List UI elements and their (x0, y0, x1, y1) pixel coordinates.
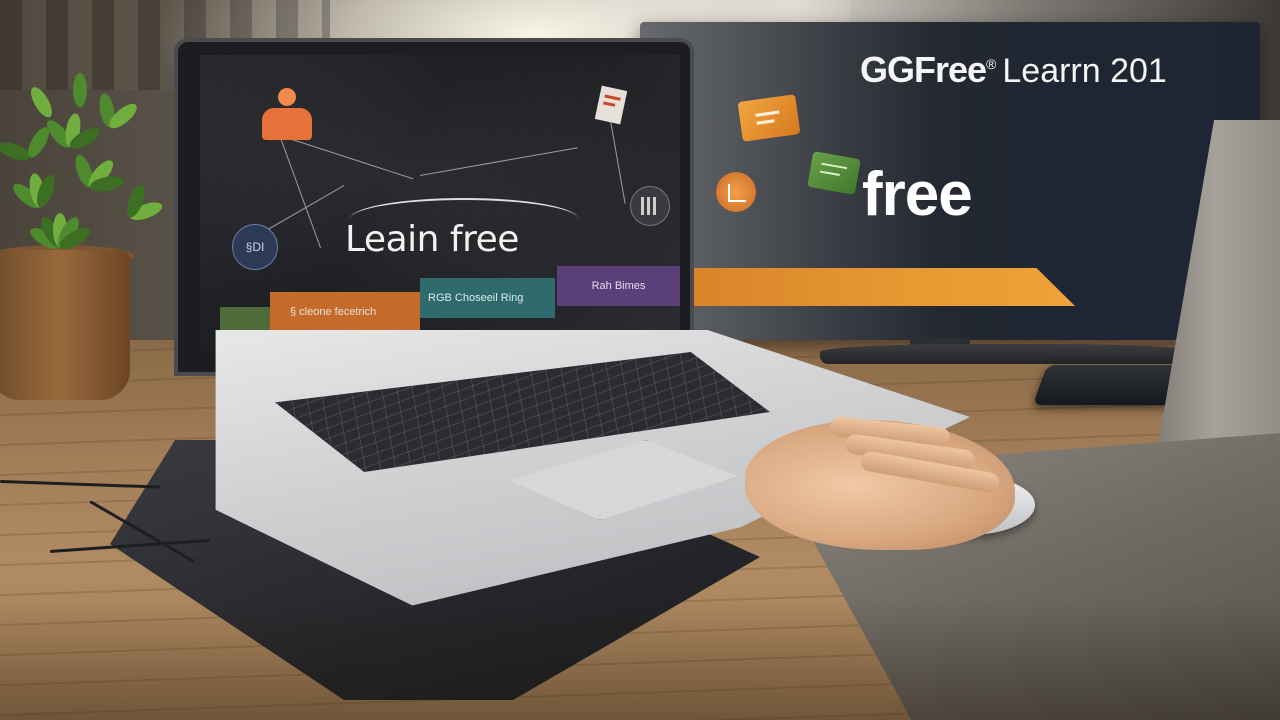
photo-scene: GGFree® Learrn 201 free §DI Leain free §… (0, 0, 1280, 720)
screen-side-badge-label: §DI (245, 240, 265, 254)
graph-icon (716, 172, 756, 212)
brand-logo: GGFree® Learrn 201 (860, 42, 1167, 90)
brand-logo-bold: GGFree (860, 49, 987, 90)
person-icon (262, 88, 312, 140)
screen-bar-teal: RGB Choseeil Ring (420, 278, 555, 318)
plant-pot (0, 250, 130, 400)
monitor-orange-band (690, 268, 1075, 306)
laptop-screen-title: Leain free (345, 219, 519, 260)
monitor-base (820, 344, 1200, 364)
book-icon (737, 94, 801, 142)
brand-logo-text: Learrn 201 (1002, 52, 1167, 90)
screen-bar-orange: § cleone fecetrich (270, 292, 420, 332)
screen-bar-purple: Rah Bimes (557, 266, 680, 306)
network-node-icon (630, 186, 670, 226)
monitor-headline: free (862, 160, 973, 229)
screen-side-badge: §DI (232, 224, 278, 270)
desk-shadow (0, 600, 1280, 720)
brand-logo-mark: ® (986, 56, 997, 72)
